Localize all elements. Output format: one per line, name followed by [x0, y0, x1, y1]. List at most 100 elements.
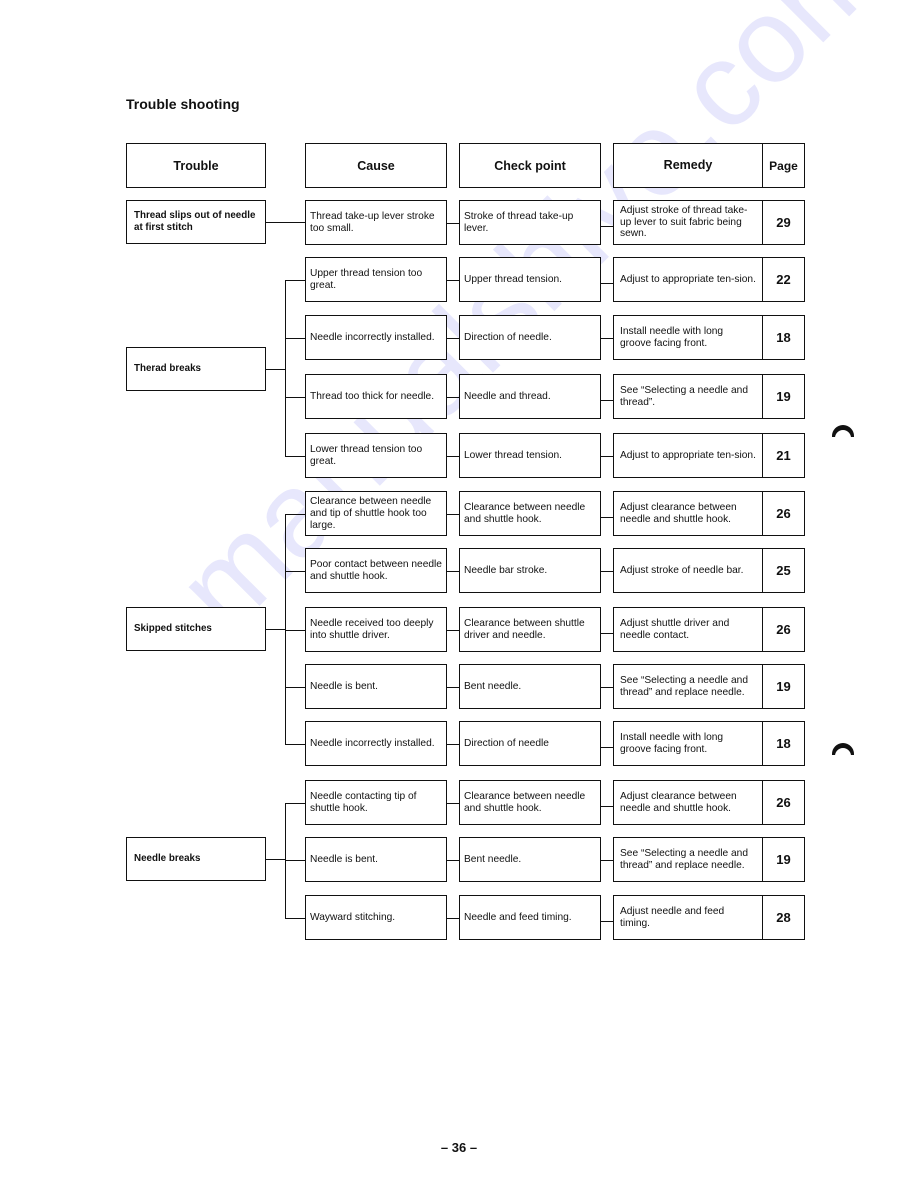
header-cause: Cause: [305, 143, 447, 188]
branch-line: [285, 337, 305, 339]
check-point-box: Clearance between needle and shuttle hoo…: [459, 780, 601, 825]
connector-line: [601, 746, 613, 748]
check-point-box: Upper thread tension.: [459, 257, 601, 302]
connector-line: [447, 570, 459, 572]
connector-line: [601, 282, 613, 284]
page-reference: 21: [776, 448, 791, 463]
branch-line: [285, 629, 305, 631]
cause-box: Poor contact between needle and shuttle …: [305, 548, 447, 593]
connector-line: [447, 859, 459, 861]
remedy-text: Adjust stroke of needle bar.: [614, 549, 763, 592]
remedy-text: Adjust needle and feed timing.: [614, 896, 763, 939]
page-reference: 28: [776, 910, 791, 925]
page-reference: 18: [776, 736, 791, 751]
connector-line: [447, 686, 459, 688]
connector-line: [266, 222, 305, 224]
connector-line: [447, 802, 459, 804]
remedy-row: Adjust clearance between needle and shut…: [613, 491, 805, 536]
branch-line: [285, 686, 305, 688]
trunk-line: [285, 279, 287, 456]
binder-hole-mark-icon: [832, 743, 854, 756]
trouble-box: Needle breaks: [126, 837, 266, 881]
check-point-box: Bent needle.: [459, 664, 601, 709]
cause-box: Needle is bent.: [305, 837, 447, 882]
connector-line: [447, 629, 459, 631]
branch-line: [285, 859, 305, 861]
remedy-text: Adjust stroke of thread take-up lever to…: [614, 201, 763, 244]
remedy-text: See “Selecting a needle and thread” and …: [614, 665, 763, 708]
remedy-row: Install needle with long groove facing f…: [613, 721, 805, 766]
trouble-box: Therad breaks: [126, 347, 266, 391]
check-point-box: Needle bar stroke.: [459, 548, 601, 593]
connector-line: [601, 686, 613, 688]
branch-line: [285, 455, 305, 457]
remedy-row: See “Selecting a needle and thread”. 19: [613, 374, 805, 419]
cause-box: Needle received too deeply into shuttle …: [305, 607, 447, 652]
branch-line: [285, 279, 305, 281]
trouble-box: Thread slips out of needle at first stit…: [126, 200, 266, 244]
connector-line: [447, 743, 459, 745]
connector-line: [601, 920, 613, 922]
branch-line: [285, 396, 305, 398]
connector-line: [447, 279, 459, 281]
connector-line: [447, 513, 459, 515]
check-point-box: Direction of needle: [459, 721, 601, 766]
connector-line: [266, 369, 285, 371]
binder-hole-mark-icon: [832, 425, 854, 438]
cause-box: Lower thread tension too great.: [305, 433, 447, 478]
branch-line: [285, 743, 305, 745]
header-remedy-page: Remedy Page: [613, 143, 805, 188]
header-check-point: Check point: [459, 143, 601, 188]
remedy-row: See “Selecting a needle and thread” and …: [613, 664, 805, 709]
page-reference: 26: [776, 795, 791, 810]
remedy-text: Adjust clearance between needle and shut…: [614, 492, 763, 535]
check-point-box: Bent needle.: [459, 837, 601, 882]
connector-line: [447, 222, 459, 224]
cause-box: Clearance between needle and tip of shut…: [305, 491, 447, 536]
page-reference: 18: [776, 330, 791, 345]
page-number: – 36 –: [440, 1140, 478, 1155]
branch-line: [285, 513, 305, 515]
check-point-box: Clearance between shuttle driver and nee…: [459, 607, 601, 652]
connector-line: [601, 337, 613, 339]
page-reference: 19: [776, 852, 791, 867]
page-reference: 26: [776, 622, 791, 637]
remedy-text: Install needle with long groove facing f…: [614, 722, 763, 765]
connector-line: [447, 917, 459, 919]
cause-box: Thread take-up lever stroke too small.: [305, 200, 447, 245]
connector-line: [601, 399, 613, 401]
cause-box: Needle is bent.: [305, 664, 447, 709]
connector-line: [601, 516, 613, 518]
remedy-text: See “Selecting a needle and thread” and …: [614, 838, 763, 881]
cause-box: Needle incorrectly installed.: [305, 721, 447, 766]
remedy-text: Adjust to appropriate ten-sion.: [614, 434, 763, 477]
connector-line: [266, 629, 285, 631]
remedy-row: See “Selecting a needle and thread” and …: [613, 837, 805, 882]
check-point-box: Stroke of thread take-up lever.: [459, 200, 601, 245]
page-reference: 19: [776, 389, 791, 404]
page-reference: 25: [776, 563, 791, 578]
connector-line: [447, 396, 459, 398]
remedy-text: Install needle with long groove facing f…: [614, 316, 763, 359]
page-reference: 19: [776, 679, 791, 694]
remedy-text: See “Selecting a needle and thread”.: [614, 375, 763, 418]
connector-line: [601, 225, 613, 227]
remedy-row: Adjust needle and feed timing. 28: [613, 895, 805, 940]
remedy-row: Adjust stroke of needle bar. 25: [613, 548, 805, 593]
cause-box: Needle contacting tip of shuttle hook.: [305, 780, 447, 825]
check-point-box: Needle and thread.: [459, 374, 601, 419]
cause-box: Wayward stitching.: [305, 895, 447, 940]
remedy-row: Adjust to appropriate ten-sion. 21: [613, 433, 805, 478]
connector-line: [601, 632, 613, 634]
remedy-row: Adjust to appropriate ten-sion. 22: [613, 257, 805, 302]
connector-line: [266, 859, 285, 861]
page-reference: 22: [776, 272, 791, 287]
remedy-row: Adjust stroke of thread take-up lever to…: [613, 200, 805, 245]
remedy-text: Adjust clearance between needle and shut…: [614, 781, 763, 824]
connector-line: [447, 337, 459, 339]
branch-line: [285, 802, 305, 804]
remedy-text: Adjust to appropriate ten-sion.: [614, 258, 763, 301]
cause-box: Upper thread tension too great.: [305, 257, 447, 302]
trouble-box: Skipped stitches: [126, 607, 266, 651]
page-title: Trouble shooting: [126, 96, 240, 112]
